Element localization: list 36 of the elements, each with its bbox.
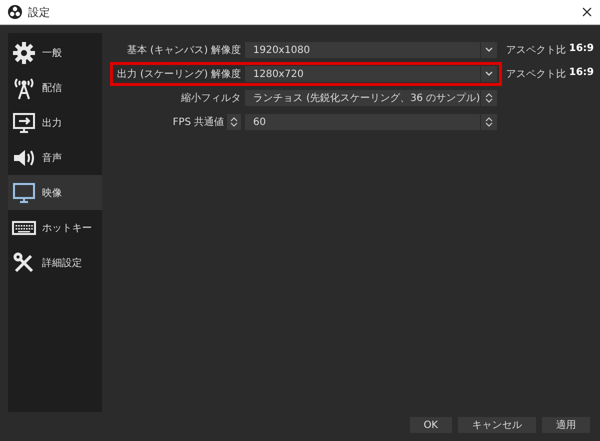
close-icon[interactable] [582,7,592,17]
sidebar-item[interactable]: 詳細設定 [8,245,102,280]
dialog-button[interactable]: OK [410,417,452,433]
dialog-button[interactable]: キャンセル [458,417,536,433]
setting-label: 基本 (キャンバス) 解像度 [126,44,242,57]
setting-label: 縮小フィルタ [181,92,242,105]
sidebar-item[interactable]: 配信 [8,70,102,105]
up-down-arrows-icon [230,116,238,128]
aspect-value: 16:9 [569,67,594,80]
chevron-down-icon [485,47,493,53]
monitor-arrow-icon [12,110,36,134]
dropdown-field[interactable]: ランチョス (先鋭化スケーリング、36 のサンプル) [245,90,497,106]
setting-label: 出力 (スケーリング) 解像度 [116,68,242,81]
antenna-icon [12,76,36,100]
sidebar-item[interactable]: ホットキー [8,210,102,245]
sidebar-item[interactable]: 出力 [8,105,102,140]
window-title: 設定 [28,4,51,20]
setting-label: FPS 共通値 [172,116,224,129]
sidebar-item[interactable]: 映像 [8,175,102,210]
dropdown-field[interactable]: 1280x720 [245,66,497,82]
aspect-value: 16:9 [569,43,594,56]
monitor-icon [12,180,36,204]
gear-icon [12,40,36,64]
dropdown-field[interactable]: 1920x1080 [245,42,497,58]
aspect-label: アスペクト比 [506,44,566,57]
app-logo-icon [8,5,22,19]
dropdown-field[interactable]: 60 [245,114,497,130]
up-down-arrows-icon [485,92,493,104]
sidebar-item[interactable]: 一般 [8,35,102,70]
dialog-button[interactable]: 適用 [542,417,590,433]
spinner-button[interactable] [227,114,242,130]
chevron-down-icon [485,71,493,77]
up-down-arrows-icon [485,116,493,128]
sidebar-item[interactable]: 音声 [8,140,102,175]
aspect-label: アスペクト比 [506,68,566,81]
tools-icon [12,250,36,274]
